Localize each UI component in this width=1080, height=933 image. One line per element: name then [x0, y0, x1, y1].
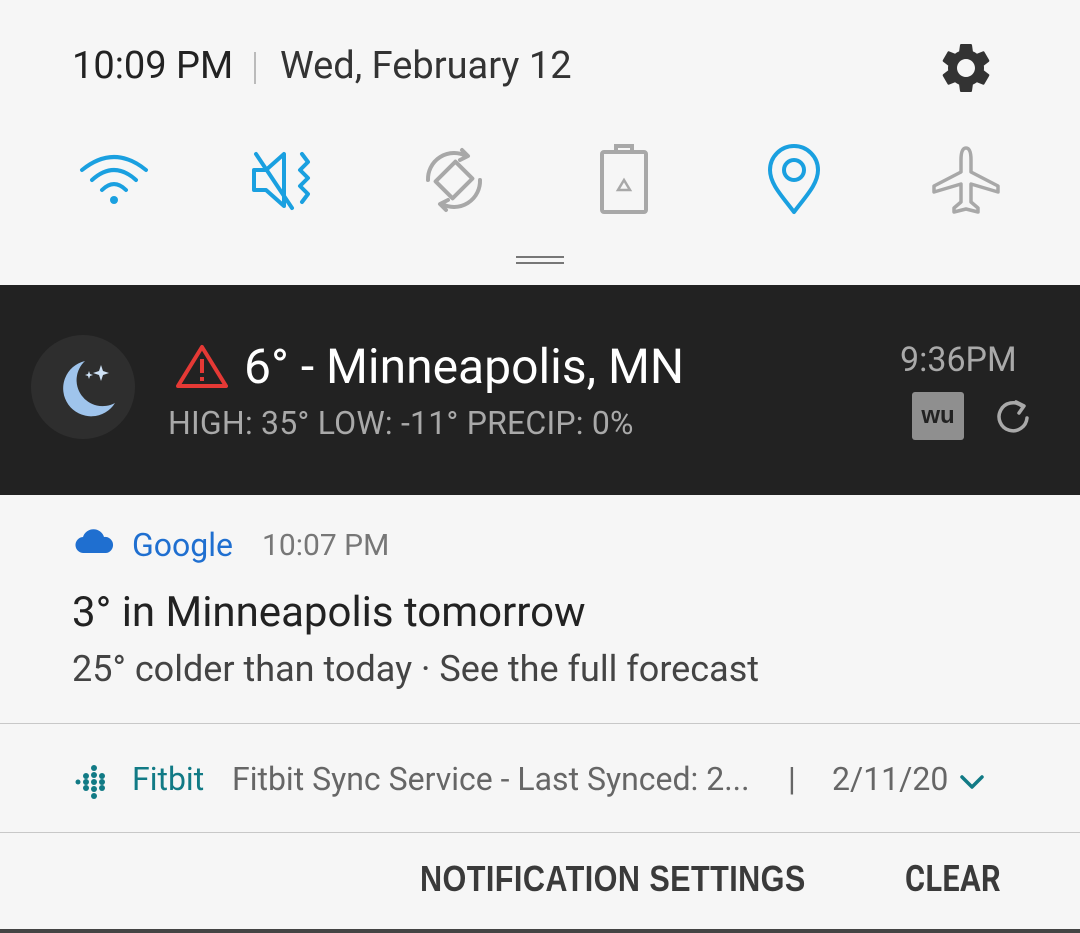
- google-title: 3° in Minneapolis tomorrow: [72, 588, 586, 637]
- cloud-icon: [75, 529, 114, 554]
- google-text[interactable]: 25° colder than today · See the full for…: [72, 648, 759, 690]
- airplane-icon[interactable]: [926, 140, 1006, 220]
- wunderground-logo: wu: [912, 392, 964, 440]
- divider: [0, 723, 1080, 724]
- header-divider: [254, 52, 256, 84]
- weather-title: 6° - Minneapolis, MN: [244, 338, 685, 395]
- google-time: 10:07 PM: [262, 528, 390, 563]
- fitbit-icon: [75, 765, 105, 799]
- battery-saver-icon[interactable]: [584, 140, 664, 220]
- bottom-edge: [0, 929, 1080, 933]
- refresh-icon[interactable]: [992, 396, 1034, 438]
- fitbit-date: 2/11/20: [832, 760, 949, 798]
- weather-time: 9:36PM: [900, 340, 1017, 380]
- notification-settings-button[interactable]: NOTIFICATION SETTINGS: [420, 858, 806, 900]
- weather-details: HIGH: 35° LOW: -11° PRECIP: 0%: [168, 404, 634, 442]
- location-icon[interactable]: [754, 140, 834, 220]
- google-app-name: Google: [132, 526, 234, 564]
- vibrate-mute-icon[interactable]: [246, 140, 326, 220]
- drag-handle[interactable]: [516, 256, 564, 264]
- moon-stars-icon: [63, 361, 115, 417]
- divider: [0, 832, 1080, 833]
- settings-gear-icon[interactable]: [936, 38, 996, 98]
- auto-rotate-icon[interactable]: [414, 140, 494, 220]
- moon-icon-badge: [31, 335, 135, 439]
- fitbit-app-name: Fitbit: [132, 760, 205, 798]
- clear-button[interactable]: CLEAR: [905, 858, 1001, 900]
- fitbit-separator: |: [788, 760, 796, 798]
- clock-time: 10:09 PM: [72, 44, 234, 88]
- date-label[interactable]: Wed, February 12: [280, 44, 572, 88]
- chevron-down-icon[interactable]: [956, 768, 988, 796]
- warning-icon: [176, 345, 228, 388]
- wifi-icon[interactable]: [74, 140, 154, 220]
- fitbit-text[interactable]: Fitbit Sync Service - Last Synced: 2...: [232, 760, 750, 798]
